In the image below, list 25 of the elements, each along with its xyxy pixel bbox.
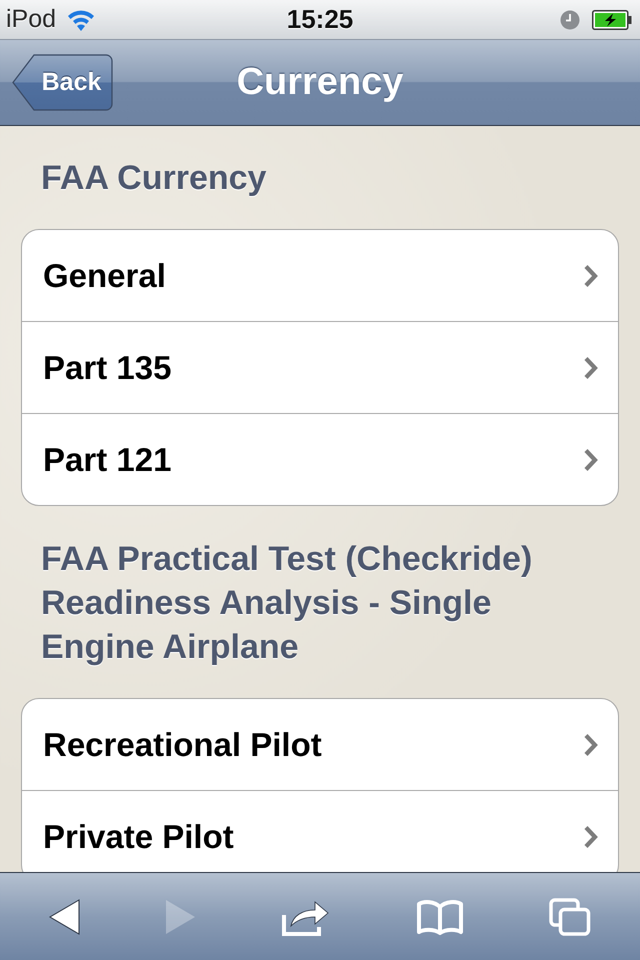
book-icon — [416, 898, 464, 934]
list-item[interactable]: Recreational Pilot — [22, 699, 618, 790]
list-item[interactable]: Part 135 — [22, 321, 618, 413]
chevron-icon — [583, 356, 598, 380]
pages-button[interactable] — [549, 898, 592, 936]
pages-icon — [549, 898, 592, 936]
right-triangle-icon — [165, 898, 196, 934]
back-button[interactable] — [48, 898, 80, 934]
list-item[interactable]: General — [22, 230, 618, 321]
section-header: FAA Currency — [40, 158, 268, 199]
chevron-icon — [583, 824, 598, 848]
section-header: FAA Practical Test (Checkride) Readiness Analysis - Single Engine Airplane — [40, 539, 534, 668]
back-button[interactable]: Back — [12, 54, 113, 111]
left-triangle-icon — [48, 898, 80, 934]
carrier-name: iPod — [6, 5, 56, 34]
wifi-icon — [66, 8, 96, 32]
bookmarks-button[interactable] — [416, 898, 464, 934]
chevron-icon — [583, 732, 598, 756]
clock-time: 15:25 — [286, 4, 354, 35]
chevron-icon — [583, 448, 598, 472]
battery-charging-icon — [592, 10, 632, 30]
screen-title: Currency — [236, 61, 404, 104]
alarm-clock-icon — [560, 10, 580, 30]
list-item[interactable]: Part 121 — [22, 413, 618, 505]
chevron-icon — [583, 264, 598, 288]
